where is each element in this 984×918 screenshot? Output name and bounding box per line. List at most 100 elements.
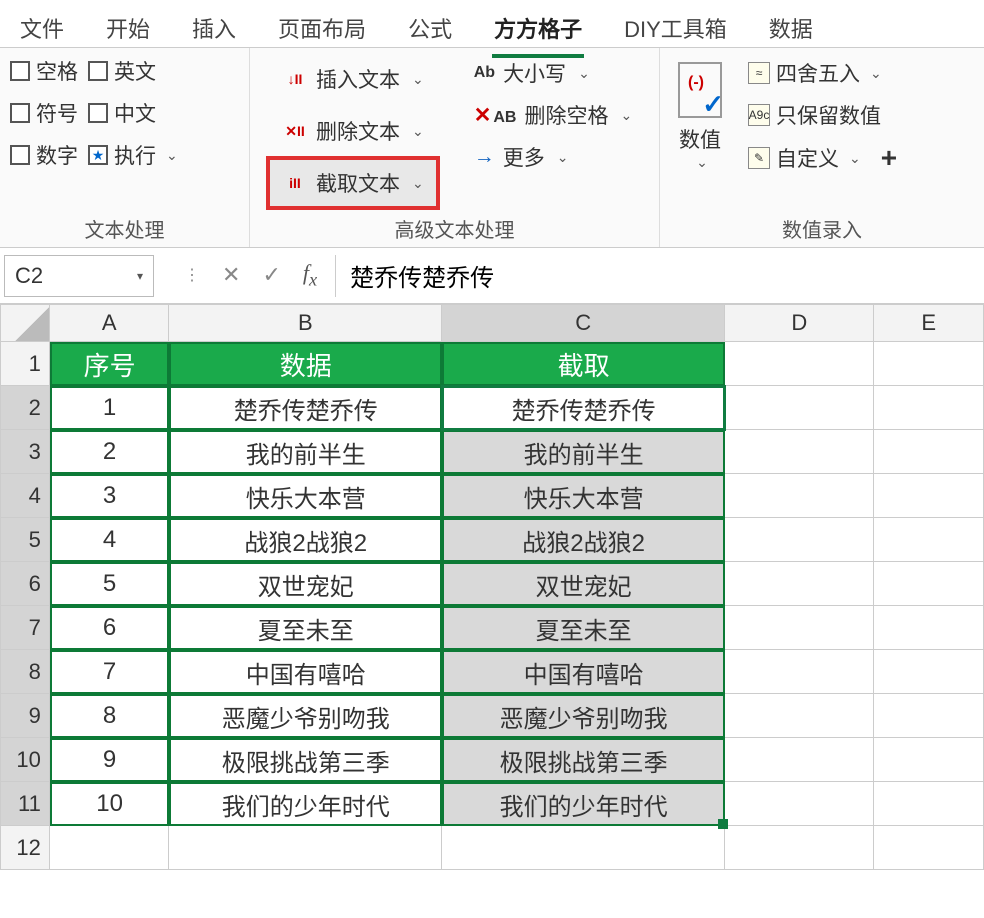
cell[interactable]: 战狼2战狼2 <box>169 518 442 562</box>
cell[interactable] <box>725 430 874 474</box>
cell[interactable] <box>874 474 984 518</box>
cell[interactable] <box>169 826 442 870</box>
cell[interactable]: 楚乔传楚乔传 <box>169 386 442 430</box>
cell[interactable] <box>725 738 874 782</box>
cell[interactable]: 我们的少年时代 <box>169 782 442 826</box>
round-button[interactable]: ≈四舍五入⌄ <box>748 58 897 88</box>
cell[interactable]: 中国有嘻哈 <box>169 650 442 694</box>
cancel-formula-button[interactable]: ✕ <box>222 262 240 288</box>
more-button[interactable]: →更多⌄ <box>474 142 632 172</box>
col-header-E[interactable]: E <box>874 304 984 342</box>
check-english[interactable]: 英文 <box>88 56 178 86</box>
row-header[interactable]: 9 <box>0 694 50 738</box>
cell[interactable] <box>725 826 874 870</box>
col-header-B[interactable]: B <box>169 304 442 342</box>
cell[interactable]: 夏至未至 <box>169 606 442 650</box>
cell[interactable]: 8 <box>50 694 170 738</box>
cell[interactable] <box>725 650 874 694</box>
check-number[interactable]: 数字 <box>10 140 78 170</box>
cell[interactable] <box>442 826 725 870</box>
fx-button[interactable]: fx <box>303 260 317 290</box>
cell[interactable]: 快乐大本营 <box>442 474 725 518</box>
cell[interactable] <box>874 782 984 826</box>
cell[interactable] <box>874 606 984 650</box>
cell[interactable] <box>50 826 170 870</box>
cell[interactable] <box>725 518 874 562</box>
cell[interactable]: 7 <box>50 650 170 694</box>
keep-numeric-button[interactable]: A9c只保留数值 <box>748 100 897 130</box>
cell[interactable] <box>874 518 984 562</box>
col-header-C[interactable]: C <box>442 304 725 342</box>
extract-text-button[interactable]: 截取文本⌄ <box>270 160 436 206</box>
cell[interactable] <box>725 474 874 518</box>
cell[interactable]: 我的前半生 <box>442 430 725 474</box>
row-header[interactable]: 2 <box>0 386 50 430</box>
cell[interactable] <box>874 386 984 430</box>
cell[interactable]: 6 <box>50 606 170 650</box>
row-header[interactable]: 11 <box>0 782 50 826</box>
cell[interactable]: 3 <box>50 474 170 518</box>
check-space[interactable]: 空格 <box>10 56 78 86</box>
table-header-cell[interactable]: 数据 <box>169 342 442 386</box>
select-all-corner[interactable] <box>0 304 50 342</box>
cell[interactable]: 1 <box>50 386 170 430</box>
row-header[interactable]: 8 <box>0 650 50 694</box>
row-header[interactable]: 1 <box>0 342 50 386</box>
row-header[interactable]: 4 <box>0 474 50 518</box>
cell[interactable] <box>874 738 984 782</box>
execute-button[interactable]: ★执行⌄ <box>88 140 178 170</box>
formula-input[interactable] <box>335 255 984 297</box>
insert-text-button[interactable]: 插入文本⌄ <box>270 56 436 102</box>
cell[interactable]: 我的前半生 <box>169 430 442 474</box>
cell[interactable]: 双世宠妃 <box>169 562 442 606</box>
cell[interactable]: 5 <box>50 562 170 606</box>
cell[interactable]: 恶魔少爷别吻我 <box>442 694 725 738</box>
table-header-cell[interactable]: 序号 <box>50 342 170 386</box>
table-header-cell[interactable]: 截取 <box>442 342 725 386</box>
cell[interactable]: 我们的少年时代 <box>442 782 725 826</box>
col-header-D[interactable]: D <box>725 304 874 342</box>
cell[interactable] <box>874 342 984 386</box>
cell[interactable] <box>874 826 984 870</box>
cell[interactable]: 中国有嘻哈 <box>442 650 725 694</box>
custom-button[interactable]: ✎自定义⌄+ <box>748 142 897 174</box>
row-header[interactable]: 3 <box>0 430 50 474</box>
case-button[interactable]: Ab大小写⌄ <box>474 58 632 88</box>
cell[interactable] <box>725 782 874 826</box>
cell[interactable]: 10 <box>50 782 170 826</box>
cell[interactable]: 楚乔传楚乔传 <box>442 386 725 430</box>
cell[interactable] <box>874 650 984 694</box>
check-symbol[interactable]: 符号 <box>10 98 78 128</box>
cell[interactable]: 2 <box>50 430 170 474</box>
row-header[interactable]: 6 <box>0 562 50 606</box>
cell[interactable] <box>725 386 874 430</box>
cell[interactable]: 双世宠妃 <box>442 562 725 606</box>
cell[interactable]: 战狼2战狼2 <box>442 518 725 562</box>
numeric-value-button[interactable]: 数值 ⌄ <box>670 56 730 177</box>
name-box[interactable]: C2 ▾ <box>4 255 154 297</box>
remove-space-button[interactable]: ✕AB删除空格⌄ <box>474 100 632 130</box>
cell[interactable] <box>874 562 984 606</box>
cell[interactable]: 恶魔少爷别吻我 <box>169 694 442 738</box>
cell[interactable] <box>725 606 874 650</box>
cell[interactable] <box>874 694 984 738</box>
col-header-A[interactable]: A <box>50 304 169 342</box>
cell[interactable] <box>874 430 984 474</box>
delete-text-button[interactable]: 删除文本⌄ <box>270 108 436 154</box>
row-header[interactable]: 10 <box>0 738 50 782</box>
cell[interactable]: 极限挑战第三季 <box>442 738 725 782</box>
check-chinese[interactable]: 中文 <box>88 98 178 128</box>
cell[interactable]: 夏至未至 <box>442 606 725 650</box>
accept-formula-button[interactable]: ✓ <box>262 262 280 288</box>
add-button[interactable]: + <box>881 142 897 174</box>
row-header[interactable]: 12 <box>0 826 50 870</box>
cell[interactable]: 4 <box>50 518 170 562</box>
cell[interactable] <box>725 342 874 386</box>
cell[interactable]: 极限挑战第三季 <box>169 738 442 782</box>
cell[interactable]: 9 <box>50 738 170 782</box>
cell[interactable] <box>725 562 874 606</box>
row-header[interactable]: 5 <box>0 518 50 562</box>
cell[interactable] <box>725 694 874 738</box>
row-header[interactable]: 7 <box>0 606 50 650</box>
selection-handle[interactable] <box>718 819 728 829</box>
